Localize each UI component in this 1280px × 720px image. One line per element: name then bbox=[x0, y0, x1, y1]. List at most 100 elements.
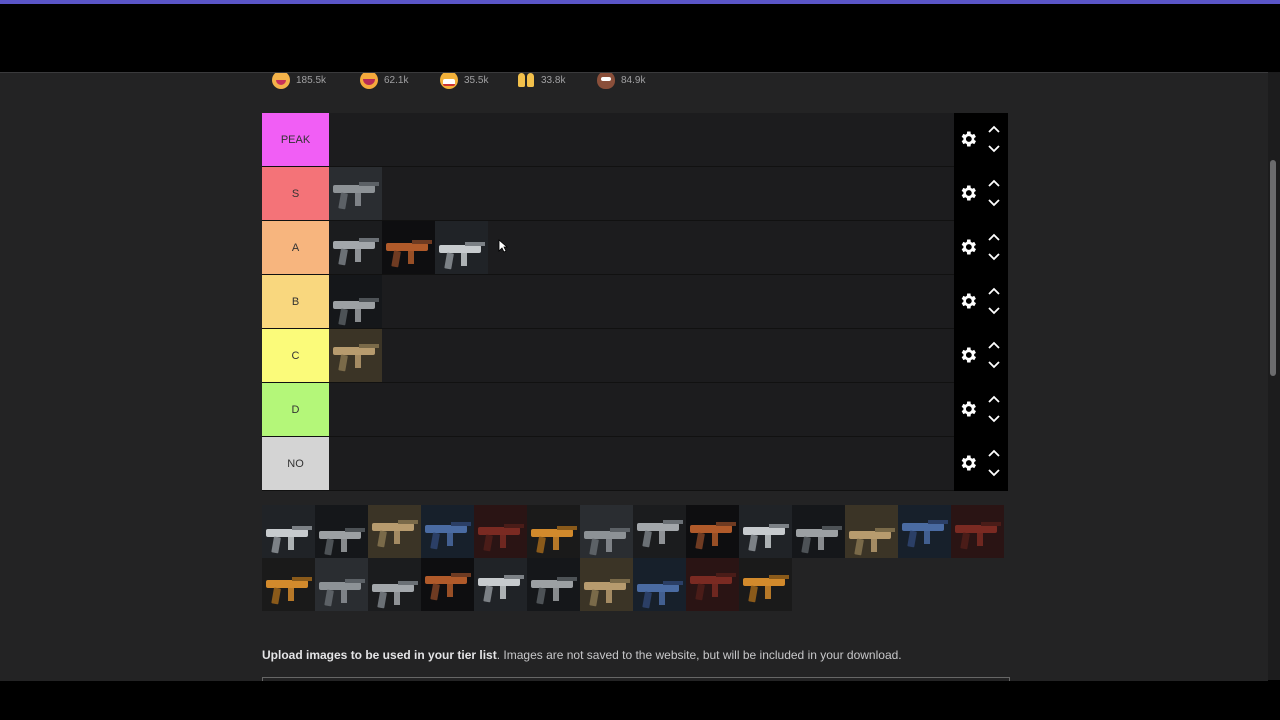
chevron-up-icon[interactable] bbox=[988, 125, 1000, 133]
chevron-up-icon[interactable] bbox=[988, 179, 1000, 187]
tier-label[interactable]: C bbox=[262, 329, 329, 382]
chevron-up-icon[interactable] bbox=[988, 287, 1000, 295]
gear-icon bbox=[961, 347, 976, 363]
weapon-image[interactable] bbox=[368, 505, 421, 558]
reaction-laugh[interactable]: 62.1k bbox=[360, 73, 409, 89]
gear-icon bbox=[961, 401, 976, 417]
gear-icon bbox=[961, 131, 976, 147]
upload-dropzone[interactable] bbox=[262, 677, 1010, 681]
tier-label[interactable]: S bbox=[262, 167, 329, 220]
upload-instructions-rest: . Images are not saved to the website, b… bbox=[496, 648, 902, 662]
reaction-count: 33.8k bbox=[541, 74, 566, 86]
weapon-image[interactable] bbox=[686, 558, 739, 611]
laugh-emoji-icon bbox=[360, 73, 378, 89]
weapon-image[interactable] bbox=[527, 558, 580, 611]
upload-instructions-bold: Upload images to be used in your tier li… bbox=[262, 648, 497, 662]
page-scrollbar[interactable] bbox=[1268, 72, 1280, 680]
chevron-up-icon[interactable] bbox=[988, 449, 1000, 457]
weapon-image[interactable] bbox=[474, 505, 527, 558]
weapon-image[interactable] bbox=[382, 221, 435, 274]
browser-accent-bar bbox=[0, 0, 1280, 4]
tier-items[interactable] bbox=[329, 275, 382, 328]
weapon-image[interactable] bbox=[845, 505, 898, 558]
tier-controls bbox=[954, 329, 1008, 383]
mouse-cursor-icon bbox=[498, 239, 508, 253]
weapon-image[interactable] bbox=[951, 505, 1004, 558]
weapon-image[interactable] bbox=[580, 505, 633, 558]
weapon-image[interactable] bbox=[898, 505, 951, 558]
tier-row: S bbox=[262, 167, 1008, 221]
reaction-raised-hands[interactable]: 33.8k bbox=[517, 73, 566, 89]
tier-items[interactable] bbox=[329, 167, 382, 220]
weapon-image[interactable] bbox=[633, 558, 686, 611]
tier-row: PEAK bbox=[262, 113, 1008, 167]
weapon-image[interactable] bbox=[474, 558, 527, 611]
tier-controls bbox=[954, 437, 1008, 491]
weapon-image[interactable] bbox=[421, 558, 474, 611]
tier-row: C bbox=[262, 329, 1008, 383]
tier-label[interactable]: D bbox=[262, 383, 329, 436]
gear-icon bbox=[961, 239, 976, 255]
tier-list: PEAK S A B C D NO bbox=[262, 113, 1008, 491]
chevron-down-icon[interactable] bbox=[988, 361, 1000, 369]
chevron-up-icon[interactable] bbox=[988, 233, 1000, 241]
chevron-down-icon[interactable] bbox=[988, 145, 1000, 153]
weapon-image[interactable] bbox=[329, 275, 382, 328]
reaction-grin[interactable]: 35.5k bbox=[440, 73, 489, 89]
raised-hands-emoji-icon bbox=[517, 73, 535, 89]
poop-emoji-icon bbox=[597, 73, 615, 89]
tier-label[interactable]: NO bbox=[262, 437, 329, 490]
weapon-image[interactable] bbox=[739, 505, 792, 558]
unranked-image-pool bbox=[262, 505, 1008, 611]
weapon-image[interactable] bbox=[633, 505, 686, 558]
chevron-down-icon[interactable] bbox=[988, 199, 1000, 207]
weapon-image[interactable] bbox=[315, 558, 368, 611]
grin-emoji-icon bbox=[440, 73, 458, 89]
tier-controls bbox=[954, 221, 1008, 275]
tier-row: D bbox=[262, 383, 1008, 437]
page-viewport: 185.5k 62.1k 35.5k 33.8k 84.9k PEAK S A B C D… bbox=[0, 72, 1268, 681]
weapon-image[interactable] bbox=[580, 558, 633, 611]
reaction-smile[interactable]: 185.5k bbox=[272, 73, 327, 89]
tier-controls bbox=[954, 383, 1008, 437]
weapon-image[interactable] bbox=[329, 221, 382, 274]
tier-items[interactable] bbox=[329, 221, 488, 274]
reaction-count: 62.1k bbox=[384, 74, 409, 86]
weapon-image[interactable] bbox=[329, 329, 382, 382]
weapon-image[interactable] bbox=[262, 558, 315, 611]
reaction-poop[interactable]: 84.9k bbox=[597, 73, 646, 89]
gear-icon bbox=[961, 455, 976, 471]
reaction-count: 185.5k bbox=[296, 74, 327, 86]
weapon-image[interactable] bbox=[315, 505, 368, 558]
weapon-image[interactable] bbox=[527, 505, 580, 558]
weapon-image[interactable] bbox=[739, 558, 792, 611]
weapon-image[interactable] bbox=[792, 505, 845, 558]
chevron-down-icon[interactable] bbox=[988, 415, 1000, 423]
tier-controls bbox=[954, 275, 1008, 329]
tier-row: NO bbox=[262, 437, 1008, 491]
tier-label[interactable]: PEAK bbox=[262, 113, 329, 166]
chevron-up-icon[interactable] bbox=[988, 395, 1000, 403]
tier-row: B bbox=[262, 275, 1008, 329]
weapon-image[interactable] bbox=[329, 167, 382, 220]
chevron-down-icon[interactable] bbox=[988, 253, 1000, 261]
scrollbar-thumb[interactable] bbox=[1270, 160, 1276, 376]
tier-items[interactable] bbox=[329, 329, 382, 382]
weapon-image[interactable] bbox=[435, 221, 488, 274]
gear-icon bbox=[961, 293, 976, 309]
reaction-count: 84.9k bbox=[621, 74, 646, 86]
tier-row: A bbox=[262, 221, 1008, 275]
gear-icon bbox=[961, 185, 976, 201]
chevron-down-icon[interactable] bbox=[988, 469, 1000, 477]
weapon-image[interactable] bbox=[368, 558, 421, 611]
tier-label[interactable]: B bbox=[262, 275, 329, 328]
weapon-image[interactable] bbox=[421, 505, 474, 558]
tier-label[interactable]: A bbox=[262, 221, 329, 274]
chevron-down-icon[interactable] bbox=[988, 307, 1000, 315]
tier-controls bbox=[954, 113, 1008, 167]
chevron-up-icon[interactable] bbox=[988, 341, 1000, 349]
weapon-image[interactable] bbox=[262, 505, 315, 558]
weapon-image[interactable] bbox=[686, 505, 739, 558]
reaction-count: 35.5k bbox=[464, 74, 489, 86]
upload-instructions: Upload images to be used in your tier li… bbox=[262, 648, 902, 662]
